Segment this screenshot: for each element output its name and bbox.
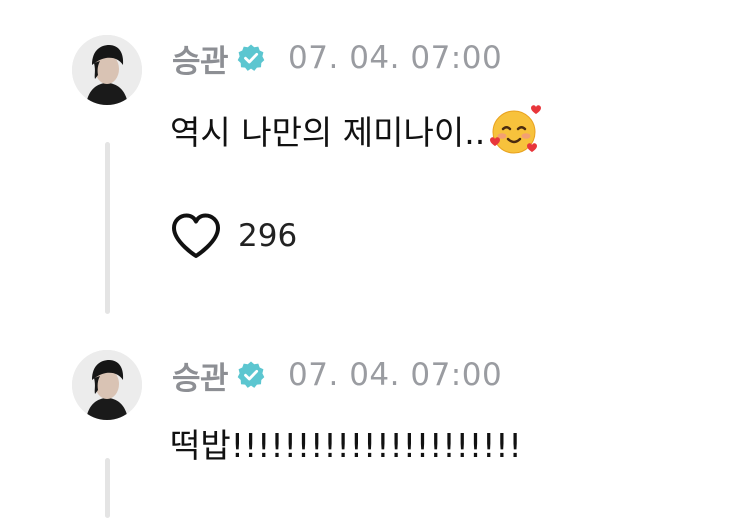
- message-body: 떡밥!!!!!!!!!!!!!!!!!!!!!!: [170, 426, 522, 465]
- smiling-face-with-hearts-icon: [487, 102, 543, 158]
- avatar-image: [72, 350, 142, 420]
- post-2: 승관 07. 04. 07:00 떡밥!!!!!!!!!!!!!!!!!!!!!…: [0, 330, 752, 518]
- like-row: 296: [170, 212, 297, 260]
- avatar[interactable]: [72, 35, 142, 105]
- thread-line: [105, 142, 110, 314]
- timestamp: 07. 04. 07:00: [288, 40, 503, 76]
- timestamp: 07. 04. 07:00: [288, 357, 503, 393]
- thread-line: [105, 458, 110, 518]
- post-header: 승관 07. 04. 07:00: [172, 353, 503, 398]
- username[interactable]: 승관: [172, 36, 229, 81]
- username[interactable]: 승관: [172, 353, 229, 398]
- message-body: 역시 나만의 제미나이..: [170, 113, 486, 152]
- like-count: 296: [238, 218, 298, 254]
- verified-badge-icon: [236, 360, 266, 390]
- message-text: 떡밥!!!!!!!!!!!!!!!!!!!!!!: [170, 418, 522, 468]
- post-header: 승관 07. 04. 07:00: [172, 36, 503, 81]
- avatar[interactable]: [72, 350, 142, 420]
- avatar-image: [72, 35, 142, 105]
- verified-badge-icon: [236, 43, 266, 73]
- message-text: 역시 나만의 제미나이..: [170, 100, 543, 160]
- post-1: 승관 07. 04. 07:00 역시 나만의 제미나이.. 296: [0, 0, 752, 330]
- heart-icon[interactable]: [170, 212, 222, 260]
